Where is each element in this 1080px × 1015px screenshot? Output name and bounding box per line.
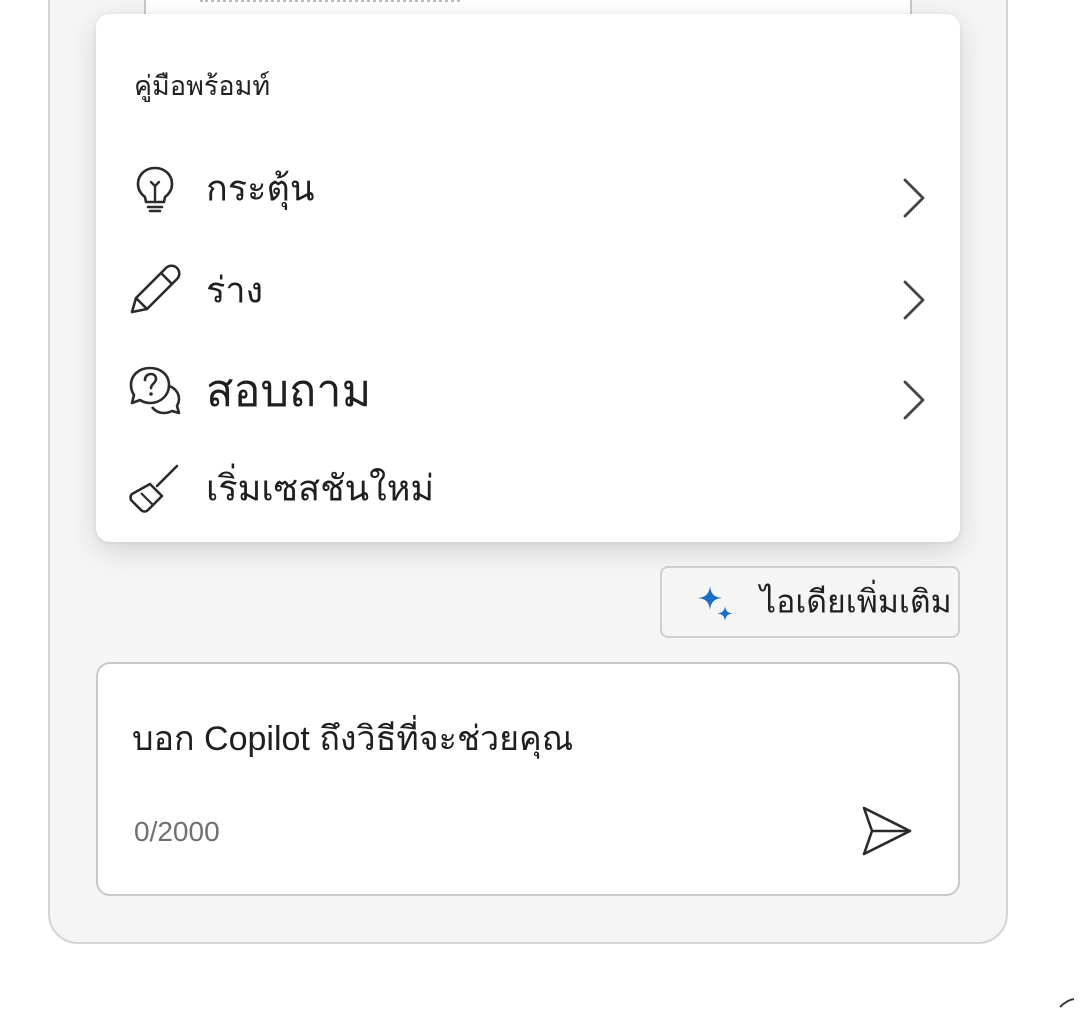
menu-item-draft[interactable]: ร่าง (96, 240, 960, 340)
prompt-guide-menu: คู่มือพร้อมท์ กระตุ้น ร่าง สอบถาม เริ่มเ… (96, 14, 960, 542)
chevron-right-icon (903, 178, 925, 218)
sparkle-icon (698, 586, 733, 621)
chevron-right-icon (903, 380, 925, 420)
chat-composer: 0/2000 (96, 662, 960, 896)
character-counter: 0/2000 (134, 816, 220, 847)
background-card-text-edge (200, 0, 460, 2)
menu-item-label: ร่าง (206, 269, 264, 311)
prompt-guide-heading: คู่มือพร้อมท์ (134, 71, 271, 101)
menu-item-label: สอบถาม (206, 365, 372, 416)
menu-item-label: เริ่มเซสชันใหม่ (206, 467, 435, 509)
send-icon[interactable] (860, 804, 914, 858)
pencil-icon (130, 264, 181, 314)
menu-item-label: กระตุ้น (206, 167, 315, 209)
prompt-input[interactable] (132, 714, 852, 764)
chevron-right-icon (903, 280, 925, 320)
menu-item-inspire[interactable]: กระตุ้น (96, 138, 960, 238)
more-ideas-label: ไอเดียเพิ่มเติม (760, 583, 952, 620)
more-ideas-button[interactable]: ไอเดียเพิ่มเติม (660, 566, 960, 638)
lightbulb-icon (136, 166, 174, 213)
menu-item-new-session[interactable]: เริ่มเซสชันใหม่ (96, 438, 960, 538)
menu-item-ask[interactable]: สอบถาม (96, 340, 960, 440)
corner-edge (1059, 998, 1075, 1008)
chat-question-icon (129, 366, 181, 415)
broom-icon (129, 464, 179, 513)
